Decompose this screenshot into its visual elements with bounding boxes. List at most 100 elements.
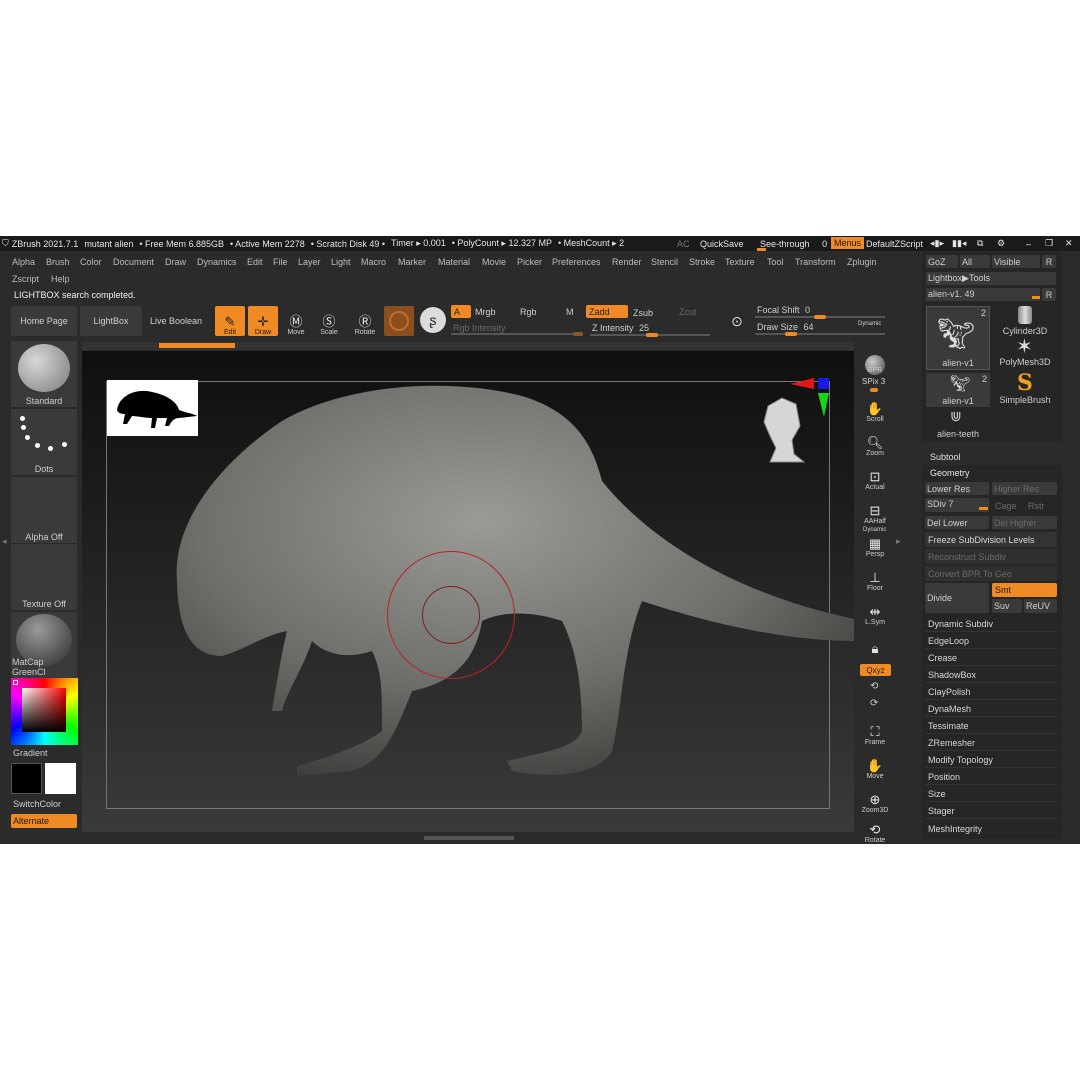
a-button[interactable]: A: [451, 305, 471, 318]
lightbox-tools-button[interactable]: Lightbox▶Tools: [926, 272, 1056, 285]
see-through-knob[interactable]: [757, 248, 766, 251]
shadowbox-section[interactable]: ShadowBox: [925, 668, 1057, 683]
bottom-tray-handle[interactable]: [424, 836, 514, 840]
menu-edit[interactable]: Edit: [247, 257, 263, 267]
tool-thumb-cylinder3d[interactable]: Cylinder3D: [994, 306, 1056, 336]
quicksave-button[interactable]: QuickSave: [700, 239, 744, 249]
menu-dynamics[interactable]: Dynamics: [197, 257, 237, 267]
secondary-color-swatch[interactable]: [11, 763, 42, 794]
del-higher-button[interactable]: Del Higher: [992, 516, 1057, 529]
material-swatch[interactable]: [384, 306, 414, 336]
rotate-view-button[interactable]: ⟲ Rotate: [860, 814, 890, 845]
tool-r-button[interactable]: R: [1042, 288, 1056, 301]
brush-standard-tile[interactable]: Standard: [11, 341, 77, 407]
smt-toggle[interactable]: Smt: [992, 583, 1057, 597]
tool-thumb-alien-v1[interactable]: 🦖︎ 2 alien-v1: [926, 306, 990, 370]
floor-button[interactable]: ⊥ Floor: [860, 562, 890, 593]
cage-button[interactable]: Cage: [995, 501, 1017, 511]
alternate-button[interactable]: Alternate: [11, 814, 77, 828]
stroke-dots-tile[interactable]: Dots: [11, 409, 77, 475]
reuv-button[interactable]: ReUV: [1024, 599, 1057, 613]
scale-button[interactable]: Ⓢ Scale: [314, 306, 344, 337]
menu-movie[interactable]: Movie: [482, 257, 506, 267]
menu-file[interactable]: File: [273, 257, 288, 267]
home-page-button[interactable]: Home Page: [11, 306, 77, 336]
divide-button[interactable]: Divide: [925, 583, 989, 613]
lsym-button[interactable]: ⇹ L.Sym: [860, 596, 890, 627]
texture-button[interactable]: ʂ: [420, 307, 446, 333]
subtool-header[interactable]: Subtool: [930, 452, 961, 462]
minimize-icon[interactable]: –: [1026, 239, 1031, 249]
aahalf-button[interactable]: ⊟ AAHalf: [860, 495, 890, 526]
draw-button[interactable]: ✛ Draw: [248, 306, 278, 336]
menu-stencil[interactable]: Stencil: [651, 257, 678, 267]
draw-size-knob[interactable]: [785, 332, 797, 336]
alpha-off-tile[interactable]: Alpha Off: [11, 477, 77, 543]
spix-knob[interactable]: [870, 388, 878, 392]
switchcolor-button[interactable]: SwitchColor: [13, 799, 61, 809]
actual-button[interactable]: ⊡ Actual: [860, 461, 890, 492]
menu-alpha[interactable]: Alpha: [12, 257, 35, 267]
rgb-intensity-slider[interactable]: Rgb Intensity: [453, 323, 506, 333]
zadd-button[interactable]: Zadd: [586, 305, 628, 318]
lock-button[interactable]: 🔒︎: [860, 630, 890, 656]
crease-section[interactable]: Crease: [925, 651, 1057, 666]
rotate-button[interactable]: Ⓡ Rotate: [350, 306, 380, 337]
dynamic-toggle[interactable]: Dynamic: [858, 321, 881, 327]
goz-button[interactable]: GoZ: [926, 255, 958, 268]
zoom-button[interactable]: 🔍︎ Zoom: [860, 427, 890, 458]
menu-layer[interactable]: Layer: [298, 257, 321, 267]
axis-gizmo[interactable]: [788, 375, 834, 423]
stager-section[interactable]: Stager: [925, 804, 1057, 819]
layout2-icon[interactable]: ▮▮◂: [952, 238, 966, 249]
bpr-button[interactable]: BPR: [860, 344, 890, 375]
settings-icon[interactable]: ⚙: [997, 238, 1005, 249]
z-intensity-knob[interactable]: [646, 333, 658, 337]
mrgb-button[interactable]: Mrgb: [475, 307, 496, 317]
menu-transform[interactable]: Transform: [795, 257, 836, 267]
menu-render[interactable]: Render: [612, 257, 642, 267]
menu-document[interactable]: Document: [113, 257, 154, 267]
xyz-button[interactable]: Qxyz: [860, 664, 891, 676]
rgb-button[interactable]: Rgb: [520, 307, 537, 317]
rgb-intensity-knob[interactable]: [573, 332, 583, 336]
r-button[interactable]: R: [1042, 255, 1056, 268]
brush-settings-icon[interactable]: ⊙: [722, 308, 752, 334]
material-matcap-tile[interactable]: MatCap GreenCl: [11, 612, 77, 678]
layout-icon[interactable]: ◂▮▸: [930, 238, 944, 249]
tool-thumb-alien-teeth[interactable]: ⋓ alien-teeth: [926, 408, 990, 440]
zsub-button[interactable]: Zsub: [633, 308, 653, 318]
zoom3d-button[interactable]: ⊕ Zoom3D: [860, 784, 890, 815]
see-through-slider[interactable]: See-through 0: [760, 239, 833, 249]
persp-button[interactable]: ▦ Persp: [860, 528, 890, 559]
rotate-y-icon[interactable]: ⟲: [870, 681, 878, 692]
frame-button[interactable]: ⛶ Frame: [860, 716, 890, 747]
undock-icon[interactable]: ⧉: [977, 238, 983, 249]
move-button[interactable]: Ⓜ Move: [281, 306, 311, 337]
color-picker[interactable]: [11, 678, 78, 745]
lightbox-button[interactable]: LightBox: [80, 306, 142, 336]
live-boolean-button[interactable]: Live Boolean: [145, 306, 207, 336]
menu-draw[interactable]: Draw: [165, 257, 186, 267]
position-section[interactable]: Position: [925, 770, 1057, 785]
spix-slider[interactable]: SPix 3: [862, 377, 885, 386]
main-color-swatch[interactable]: [45, 763, 76, 794]
menus-button[interactable]: Menus: [831, 237, 865, 249]
menu-macro[interactable]: Macro: [361, 257, 386, 267]
default-zscript-button[interactable]: DefaultZScript: [866, 239, 923, 249]
tessimate-section[interactable]: Tessimate: [925, 719, 1057, 734]
current-tool-slider[interactable]: alien-v1. 49: [926, 288, 1040, 301]
higher-res-button[interactable]: Higher Res: [992, 482, 1057, 495]
tool-thumb-alien-v1-2[interactable]: 🦖︎ 2 alien-v1: [926, 373, 990, 407]
document-canvas[interactable]: [82, 351, 854, 832]
size-section[interactable]: Size: [925, 787, 1057, 802]
edgeloop-section[interactable]: EdgeLoop: [925, 634, 1057, 649]
edit-button[interactable]: ✎ Edit: [215, 306, 245, 336]
del-lower-button[interactable]: Del Lower: [925, 516, 989, 529]
reconstruct-subdiv-button[interactable]: Reconstruct Subdiv: [925, 549, 1057, 564]
menu-brush[interactable]: Brush: [46, 257, 70, 267]
z-intensity-slider[interactable]: Z Intensity 25: [592, 323, 649, 333]
convert-bpr-button[interactable]: Convert BPR To Geo: [925, 566, 1057, 581]
menu-stroke[interactable]: Stroke: [689, 257, 715, 267]
menu-preferences[interactable]: Preferences: [552, 257, 601, 267]
